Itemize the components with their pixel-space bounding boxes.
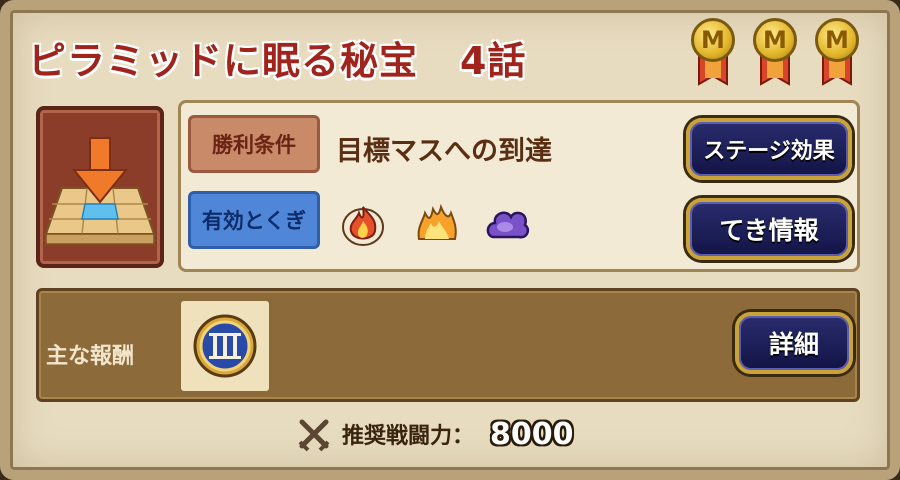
fire-icon [342,206,384,246]
roman-numeral-iii-coin-icon [193,314,257,378]
medal-icon: M [810,18,864,88]
medal-letter: M [691,18,735,62]
stage-title: ピラミッドに眠る秘宝 4話 [28,30,526,85]
medal-row: M M M [686,18,876,88]
details-button[interactable]: 詳細 [735,312,853,374]
reward-item-slot[interactable] [178,298,272,394]
victory-condition-label: 勝利条件 [188,115,320,173]
recommended-power: 推奨戦闘力： 8000 [296,414,574,454]
recommended-power-value: 8000 [490,416,574,452]
medal-letter: M [753,18,797,62]
medal-letter: M [815,18,859,62]
goal-type-tile [36,106,164,268]
medal-icon: M [748,18,802,88]
effective-skills-label: 有効とくぎ [188,191,320,249]
crossed-swords-icon [298,419,330,452]
flame-icon [417,203,457,240]
stage-name: ピラミッドに眠る秘宝 [28,39,419,83]
reward-label: 主な報酬 [46,344,135,369]
goal-arrow-tile-icon [44,137,156,245]
medal-icon: M [686,18,740,88]
stage-effect-button[interactable]: ステージ効果 [686,118,852,180]
dark-cloud-icon [486,211,530,239]
enemy-info-button[interactable]: てき情報 [686,198,852,260]
recommended-power-label: 推奨戦闘力： [342,424,475,449]
victory-condition-text: 目標マスへの到達 [336,136,552,167]
episode-number: 4話 [460,39,527,83]
